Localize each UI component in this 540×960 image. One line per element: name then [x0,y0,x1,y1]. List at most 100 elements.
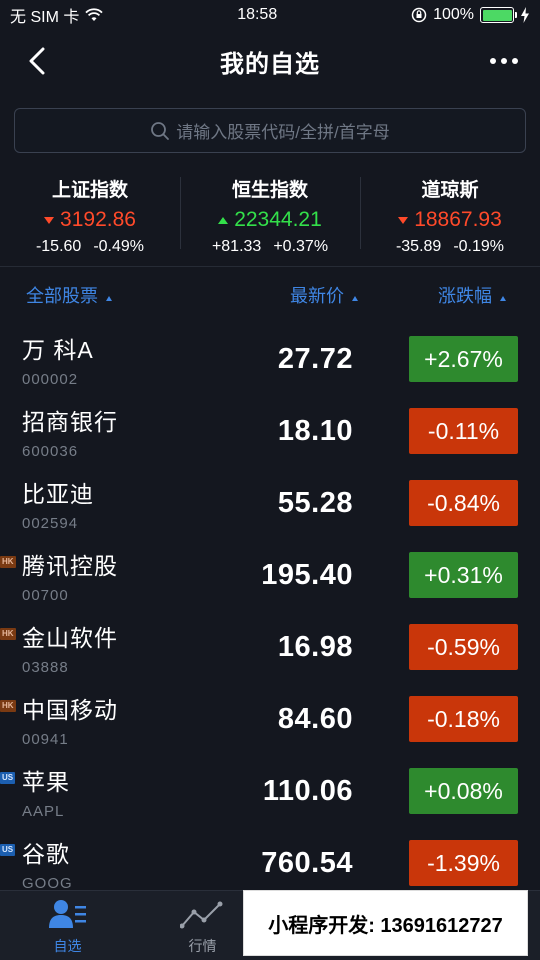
stock-row[interactable]: US 苹果 AAPL 110.06 +0.08% [0,755,540,827]
stock-price: 84.60 [277,702,353,735]
change-badge[interactable]: +0.31% [409,552,518,598]
stock-name-col: HK 中国移动 00941 [0,691,240,748]
stock-change-col: -0.84% [353,480,540,526]
sort-by-change[interactable]: 涨跌幅 [358,282,540,308]
page-title: 我的自选 [220,50,320,78]
stock-change-col: -0.11% [353,408,540,454]
carrier-label: 无 SIM 卡 [10,9,80,26]
tab-label: 行情 [188,938,217,954]
change-badge[interactable]: -0.84% [409,480,518,526]
search-placeholder: 请输入股票代码/全拼/首字母 [176,123,390,142]
stock-name: 招商银行 [22,408,118,435]
index-value-row: 22344.21 [180,208,360,232]
stock-name-col: US 苹果 AAPL [0,763,240,820]
stock-name-col: 招商银行 600036 [0,403,240,460]
index-value: 22344.21 [234,208,322,231]
index-card-shanghai[interactable]: 上证指数 3192.86 -15.60 -0.49% [0,169,180,266]
stock-row[interactable]: US 谷歌 GOOG 760.54 -1.39% [0,827,540,899]
index-percent: +0.37% [273,238,329,255]
stock-row[interactable]: HK 中国移动 00941 84.60 -0.18% [0,683,540,755]
index-change-row: -15.60 -0.49% [0,238,180,256]
index-value-row: 3192.86 [0,208,180,232]
back-button[interactable] [20,44,54,78]
change-badge[interactable]: +0.08% [409,768,518,814]
index-card-dowjones[interactable]: 道琼斯 18867.93 -35.89 -0.19% [360,169,540,266]
stock-row[interactable]: 万 科A 000002 27.72 +2.67% [0,323,540,395]
index-name: 上证指数 [51,180,128,201]
index-value-row: 18867.93 [360,208,540,232]
index-card-hangseng[interactable]: 恒生指数 22344.21 +81.33 +0.37% [180,169,360,266]
change-badge[interactable]: +2.67% [409,336,518,382]
stock-price: 110.06 [262,774,353,807]
stock-name: 万 科A [22,336,94,363]
stock-name: 中国移动 [22,696,118,723]
stock-name-col: HK 金山软件 03888 [0,619,240,676]
change-badge[interactable]: -0.11% [409,408,518,454]
change-badge[interactable]: -0.59% [409,624,518,670]
stock-name-col: HK 腾讯控股 00700 [0,547,240,604]
sort-by-price[interactable]: 最新价 [240,282,358,308]
stock-change-col: -0.18% [353,696,540,742]
list-header: 全部股票 最新价 涨跌幅 [0,267,540,323]
search-icon [151,121,170,140]
stock-change-col: +0.08% [353,768,540,814]
header-name-label: 全部股票 [26,286,98,306]
index-change: -15.60 [35,238,82,255]
stock-row[interactable]: 招商银行 600036 18.10 -0.11% [0,395,540,467]
index-change-row: -35.89 -0.19% [360,238,540,256]
index-summary: 上证指数 3192.86 -15.60 -0.49% 恒生指数 22344.21… [0,163,540,267]
wifi-icon [85,8,103,21]
search-input[interactable]: 请输入股票代码/全拼/首字母 [14,108,526,153]
chevron-left-icon [29,47,45,75]
clock: 18:58 [237,6,278,23]
stock-list: 万 科A 000002 27.72 +2.67% 招商银行 600036 18.… [0,323,540,899]
stock-price: 55.28 [277,486,353,519]
market-tag-hk: HK [0,699,16,712]
search-wrapper: 请输入股票代码/全拼/首字母 [0,92,540,163]
stock-price: 195.40 [261,558,353,591]
arrow-up-icon [218,216,229,224]
index-percent: -0.19% [453,238,505,255]
stock-row[interactable]: 比亚迪 002594 55.28 -0.84% [0,467,540,539]
market-tag-hk: HK [0,555,16,568]
index-change-row: +81.33 +0.37% [180,238,360,256]
index-change: -35.89 [395,238,442,255]
more-button[interactable] [484,44,524,78]
status-right: 100% [411,6,530,24]
stock-price: 760.54 [261,846,353,879]
more-dot [490,58,496,64]
index-value: 3192.86 [60,208,136,231]
stock-change-col: +2.67% [353,336,540,382]
market-tag-us: US [0,771,16,784]
header-change-label: 涨跌幅 [438,286,492,306]
user-list-icon [48,900,86,928]
stock-name-col: US 谷歌 GOOG [0,835,240,892]
more-dot [512,58,518,64]
stock-price: 18.10 [277,414,353,447]
index-name: 恒生指数 [231,180,308,201]
stock-code: GOOG [22,874,73,892]
status-left: 无 SIM 卡 [10,3,103,27]
stock-name: 谷歌 [22,840,70,867]
rotation-lock-icon [411,7,427,23]
stock-name-col: 比亚迪 002594 [0,475,240,532]
stock-name: 腾讯控股 [22,552,118,579]
tab-watchlist[interactable]: 自选 [0,891,135,960]
status-bar: 无 SIM 卡 18:58 100% [0,0,540,30]
sort-by-name[interactable]: 全部股票 [0,282,240,308]
more-dot [501,58,507,64]
stock-code: 03888 [22,658,69,676]
stock-code: 600036 [22,442,79,460]
stock-name: 比亚迪 [22,480,94,507]
nav-bar: 我的自选 [0,30,540,92]
stock-price: 27.72 [277,342,353,375]
index-change: +81.33 [211,238,262,255]
stock-row[interactable]: HK 金山软件 03888 16.98 -0.59% [0,611,540,683]
change-badge[interactable]: -1.39% [409,840,518,886]
battery-percent: 100% [433,6,474,23]
stock-row[interactable]: HK 腾讯控股 00700 195.40 +0.31% [0,539,540,611]
stock-change-col: -1.39% [353,840,540,886]
stock-name: 苹果 [22,768,70,795]
stock-price: 16.98 [277,630,353,663]
change-badge[interactable]: -0.18% [409,696,518,742]
